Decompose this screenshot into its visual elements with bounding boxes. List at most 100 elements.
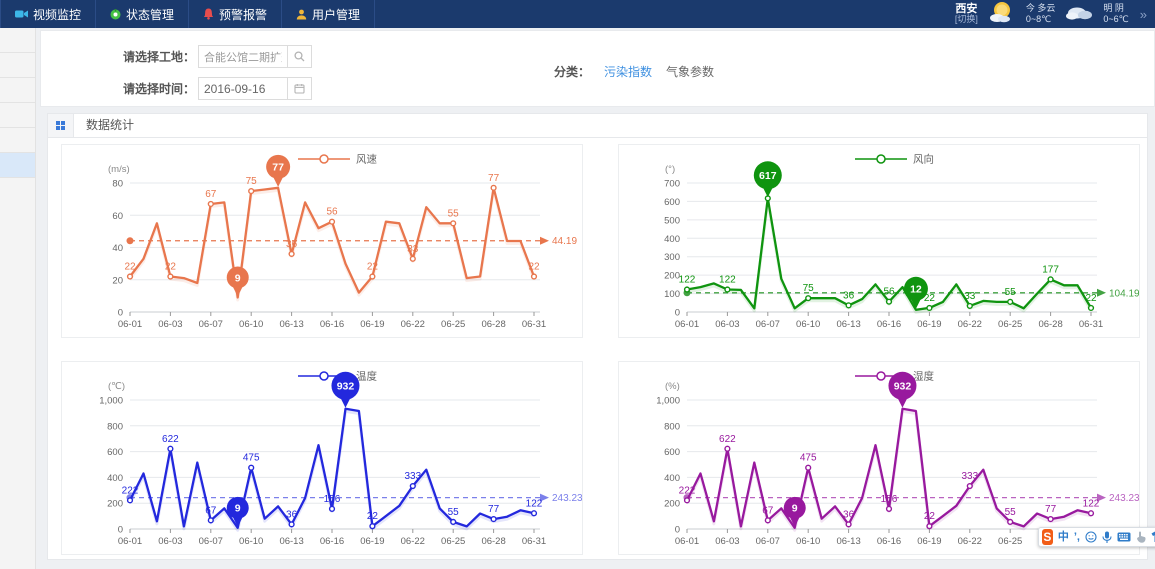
sidebar-item-5[interactable] (0, 153, 35, 178)
sidebar-item-3[interactable] (0, 103, 35, 128)
nav-item-video-monitor[interactable]: 视频监控 (0, 0, 96, 28)
svg-text:300: 300 (664, 252, 680, 263)
svg-text:06-16: 06-16 (320, 319, 344, 330)
smiley-icon[interactable] (1085, 531, 1097, 543)
svg-text:(°): (°) (665, 164, 675, 175)
svg-text:22: 22 (124, 262, 136, 273)
collapsed-sidebar (0, 28, 36, 569)
chart-wind-direction: 0100200300400500600700(°)06-0106-0306-07… (618, 144, 1140, 338)
svg-text:22: 22 (367, 262, 379, 273)
svg-text:67: 67 (762, 505, 774, 516)
svg-text:06-25: 06-25 (441, 536, 465, 547)
svg-text:104.19: 104.19 (1109, 288, 1139, 299)
svg-text:600: 600 (664, 447, 680, 458)
svg-text:06-07: 06-07 (199, 319, 223, 330)
svg-text:67: 67 (205, 505, 217, 516)
svg-text:20: 20 (112, 275, 123, 286)
svg-text:80: 80 (112, 179, 123, 190)
svg-text:06-19: 06-19 (360, 319, 384, 330)
city-switch-link[interactable]: [切换] (955, 15, 978, 25)
statistics-header: 数据统计 (48, 114, 1147, 138)
svg-text:333: 333 (404, 471, 421, 482)
weather-widget: 西安 [切换] 今 多云 0~8℃ 明 阴 0~6℃ » (955, 0, 1155, 28)
time-select-input[interactable] (199, 78, 287, 99)
shirt-icon[interactable] (1151, 531, 1155, 543)
line-chart-svg-风速[interactable]: 020406080(m/s)06-0106-0306-0706-1006-130… (62, 145, 582, 337)
svg-text:36: 36 (286, 509, 298, 520)
svg-text:200: 200 (664, 271, 680, 282)
grid-icon[interactable] (48, 114, 74, 137)
svg-text:0: 0 (118, 308, 123, 319)
weather-tomorrow: 明 阴 0~6℃ (1103, 3, 1128, 26)
svg-text:(m/s): (m/s) (108, 164, 130, 175)
svg-text:156: 156 (881, 494, 898, 505)
svg-text:12: 12 (910, 284, 922, 296)
svg-text:600: 600 (107, 447, 123, 458)
svg-text:06-28: 06-28 (481, 319, 505, 330)
category-tab-pollution[interactable]: 污染指数 (604, 63, 652, 80)
sidebar-item-1[interactable] (0, 53, 35, 78)
svg-text:22: 22 (1085, 293, 1097, 304)
svg-text:600: 600 (664, 197, 680, 208)
svg-text:06-10: 06-10 (796, 536, 820, 547)
line-chart-svg-温度[interactable]: 02004006008001,000(℃)06-0106-0306-0706-1… (62, 362, 582, 554)
nav-item-alarm[interactable]: 预警报警 (189, 0, 282, 28)
svg-text:06-03: 06-03 (158, 319, 182, 330)
calendar-icon[interactable] (287, 78, 311, 99)
svg-text:06-25: 06-25 (998, 319, 1022, 330)
nav-item-status-manage[interactable]: 状态管理 (96, 0, 189, 28)
svg-text:200: 200 (664, 499, 680, 510)
svg-text:77: 77 (272, 162, 284, 174)
svg-text:风速: 风速 (356, 154, 377, 166)
svg-text:55: 55 (1005, 287, 1017, 298)
svg-text:06-10: 06-10 (239, 536, 263, 547)
svg-text:06-01: 06-01 (118, 536, 142, 547)
keyboard-icon[interactable] (1117, 532, 1131, 542)
site-select-input[interactable] (199, 46, 287, 67)
chevron-right-icon[interactable]: » (1138, 7, 1149, 22)
search-icon[interactable] (287, 46, 311, 67)
sidebar-item-2[interactable] (0, 78, 35, 103)
svg-text:06-07: 06-07 (756, 319, 780, 330)
svg-text:700: 700 (664, 179, 680, 190)
ime-mode-toggle[interactable]: 中 (1058, 528, 1069, 546)
ime-punct-toggle[interactable]: ’, (1074, 528, 1080, 546)
category-tab-meteorology[interactable]: 气象参数 (666, 63, 714, 80)
svg-text:06-22: 06-22 (958, 536, 982, 547)
svg-text:06-01: 06-01 (675, 536, 699, 547)
alarm-bell-icon (203, 8, 214, 20)
line-chart-svg-风向[interactable]: 0100200300400500600700(°)06-0106-0306-07… (619, 145, 1139, 337)
svg-text:243.23: 243.23 (552, 493, 582, 504)
svg-text:22: 22 (528, 262, 540, 273)
svg-text:06-13: 06-13 (836, 536, 860, 547)
svg-text:06-31: 06-31 (522, 536, 546, 547)
svg-text:177: 177 (1042, 264, 1059, 275)
nav-item-user-manage[interactable]: 用户管理 (282, 0, 375, 28)
svg-text:800: 800 (107, 421, 123, 432)
svg-text:06-16: 06-16 (877, 319, 901, 330)
svg-text:333: 333 (961, 471, 978, 482)
svg-text:122: 122 (679, 275, 696, 286)
weather-today: 今 多云 0~8℃ (1026, 3, 1056, 26)
sidebar-item-4[interactable] (0, 128, 35, 153)
svg-text:75: 75 (246, 176, 258, 187)
chart-temperature: 02004006008001,000(℃)06-0106-0306-0706-1… (61, 361, 583, 555)
svg-text:06-03: 06-03 (715, 536, 739, 547)
svg-text:55: 55 (448, 208, 460, 219)
svg-text:(℃): (℃) (108, 381, 125, 392)
svg-text:400: 400 (107, 473, 123, 484)
svg-text:06-03: 06-03 (715, 319, 739, 330)
sogou-logo-icon[interactable]: S (1042, 529, 1053, 545)
svg-text:475: 475 (800, 453, 817, 464)
svg-text:222: 222 (122, 485, 139, 496)
svg-text:67: 67 (205, 189, 217, 200)
site-select-label: 请选择工地： (41, 48, 195, 65)
hand-icon[interactable] (1136, 531, 1146, 543)
svg-text:06-13: 06-13 (279, 319, 303, 330)
line-chart-svg-湿度[interactable]: 02004006008001,000(%)06-0106-0306-0706-1… (619, 362, 1139, 554)
svg-text:22: 22 (367, 511, 379, 522)
svg-text:06-16: 06-16 (320, 536, 344, 547)
mic-icon[interactable] (1102, 531, 1112, 544)
cloud-icon (1064, 1, 1094, 28)
sidebar-item-0[interactable] (0, 28, 35, 53)
